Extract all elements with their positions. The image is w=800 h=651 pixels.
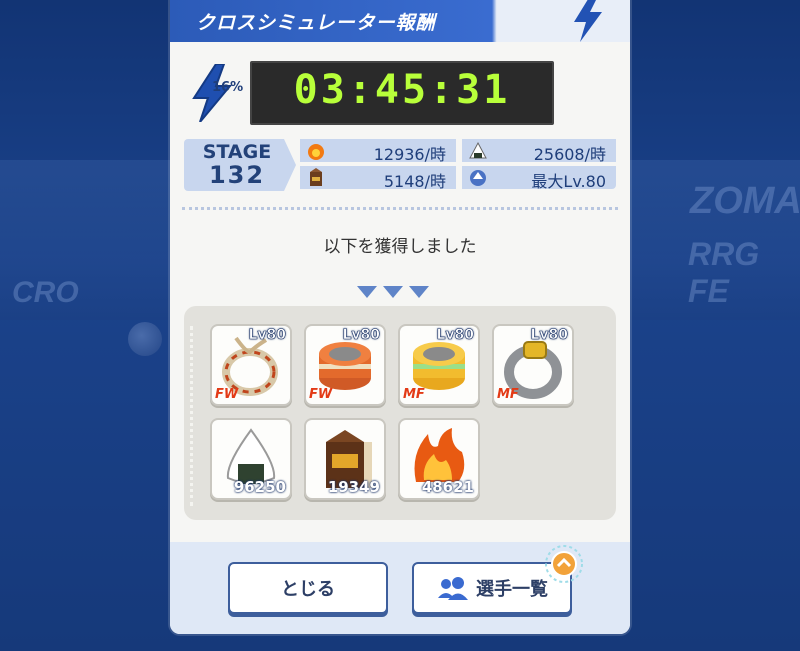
close-button[interactable]: とじる xyxy=(228,562,388,614)
reward-item-rope-ring[interactable]: Lv80 FW xyxy=(210,324,292,406)
item-quantity: 19349 xyxy=(327,478,380,496)
decorative-dots xyxy=(190,326,197,506)
reward-dialog: クロスシミュレーター報酬 16% 03:45:31 STAGE 132 1293… xyxy=(170,0,630,634)
max-level-value: 最大Lv.80 xyxy=(531,172,606,191)
energy-percent: 16% xyxy=(212,80,244,95)
rank-up-badge-icon[interactable] xyxy=(544,544,584,584)
stage-label: STAGE xyxy=(202,141,272,163)
acquired-message: 以下を獲得しました xyxy=(323,237,477,257)
reward-item-milk-carton[interactable]: 19349 xyxy=(304,418,386,500)
background-text-3: CRO xyxy=(12,276,79,309)
item-position: FW xyxy=(215,387,239,402)
background-text-1: ZOMA xyxy=(690,180,800,222)
fire-rate-stat: 12936/時 xyxy=(300,139,456,164)
dialog-title: クロスシミュレーター報酬 xyxy=(196,12,436,34)
riceball-rate-stat: 25608/時 xyxy=(462,139,616,164)
fire-icon xyxy=(308,144,324,160)
chevron-down-icon xyxy=(409,286,429,298)
item-quantity: 48621 xyxy=(421,478,474,496)
level-up-icon xyxy=(470,170,486,186)
soccer-ball-icon xyxy=(128,322,162,356)
reward-item-fire-spirit[interactable]: 48621 xyxy=(398,418,480,500)
rice-ball-icon xyxy=(469,141,487,159)
item-level: Lv80 xyxy=(248,327,286,344)
stage-number: 132 xyxy=(208,161,266,189)
timer-display: 03:45:31 xyxy=(250,61,554,125)
down-arrows xyxy=(357,283,435,302)
lightning-icon xyxy=(574,0,602,42)
reward-item-rice-ball[interactable]: 96250 xyxy=(210,418,292,500)
milk-rate-value: 5148/時 xyxy=(383,172,446,191)
item-level: Lv80 xyxy=(530,327,568,344)
reward-grid: Lv80 FW Lv80 FW Lv80 MF Lv80 MF 96250 19… xyxy=(184,306,616,520)
reward-item-gold-ring[interactable]: Lv80 MF xyxy=(492,324,574,406)
max-level-stat: 最大Lv.80 xyxy=(462,166,616,191)
milk-rate-stat: 5148/時 xyxy=(300,166,456,191)
riceball-rate-value: 25608/時 xyxy=(533,145,606,164)
item-position: MF xyxy=(403,387,425,402)
item-level: Lv80 xyxy=(436,327,474,344)
player-list-button-label: 選手一覧 xyxy=(476,579,548,600)
dialog-header: クロスシミュレーター報酬 xyxy=(170,0,630,42)
close-button-label: とじる xyxy=(281,579,335,600)
reward-item-yellow-wristband[interactable]: Lv80 MF xyxy=(398,324,480,406)
item-level: Lv80 xyxy=(342,327,380,344)
item-position: FW xyxy=(309,387,333,402)
dialog-footer: とじる 選手一覧 xyxy=(170,542,630,634)
milk-carton-icon xyxy=(310,168,322,186)
timer-value: 03:45:31 xyxy=(293,67,511,113)
people-icon xyxy=(438,577,468,600)
item-quantity: 96250 xyxy=(233,478,286,496)
stage-info-bar: STAGE 132 12936/時 25608/時 5148/時 最大Lv.80 xyxy=(184,139,616,191)
reward-item-orange-wristband[interactable]: Lv80 FW xyxy=(304,324,386,406)
chevron-down-icon xyxy=(383,286,403,298)
divider xyxy=(182,207,618,210)
chevron-down-icon xyxy=(357,286,377,298)
item-position: MF xyxy=(497,387,519,402)
background-text-2: RRG FE xyxy=(688,236,760,309)
stage-badge: STAGE 132 xyxy=(184,139,296,191)
fire-rate-value: 12936/時 xyxy=(373,145,446,164)
